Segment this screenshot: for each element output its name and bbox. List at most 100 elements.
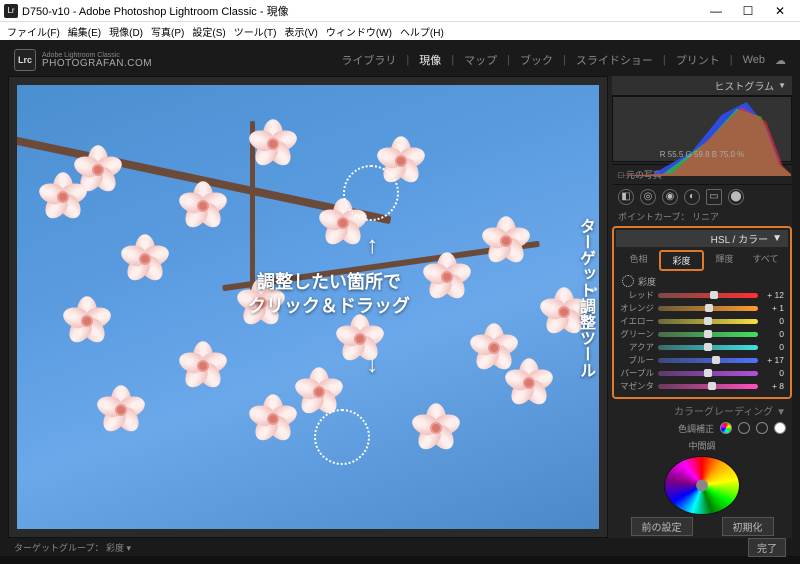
menu-help[interactable]: ヘルプ(H) [397, 24, 447, 39]
slider-value: 0 [762, 316, 784, 326]
hsl-tab-hue[interactable]: 色相 [618, 250, 659, 271]
arrow-right-icon: → [583, 276, 599, 297]
reset-button[interactable]: 初期化 [722, 517, 774, 536]
annotation-side-label: ターゲット調整ツール [573, 218, 597, 378]
hsl-tab-all[interactable]: すべて [745, 250, 786, 271]
close-button[interactable]: ✕ [764, 1, 796, 21]
spot-tool-icon[interactable]: ◎ [640, 189, 656, 205]
slider-value: + 1 [762, 303, 784, 313]
module-slideshow[interactable]: スライドショー [576, 52, 653, 68]
module-library[interactable]: ライブラリ [341, 52, 396, 68]
slider-value: 0 [762, 368, 784, 378]
slider-label: オレンジ [620, 302, 654, 314]
crop-tool-icon[interactable]: ◧ [618, 189, 634, 205]
hsl-slider-グリーン[interactable]: グリーン 0 [616, 328, 788, 341]
menu-settings[interactable]: 設定(S) [189, 24, 228, 39]
redeye-tool-icon[interactable]: ◉ [662, 189, 678, 205]
cg-mid-label: 中間調 [612, 439, 792, 452]
main-footer: ターゲットグループ： 彩度 ▾ 完了 [8, 538, 792, 554]
minimize-button[interactable]: — [700, 1, 732, 21]
hsl-slider-パープル[interactable]: パープル 0 [616, 367, 788, 380]
maximize-button[interactable]: ☐ [732, 1, 764, 21]
hsl-slider-イエロー[interactable]: イエロー 0 [616, 315, 788, 328]
titlebar: Lr D750-v10 - Adobe Photoshop Lightroom … [0, 0, 800, 22]
gradient-tool-icon[interactable]: ▭ [706, 189, 722, 205]
arrow-down-icon: ↓ [366, 351, 378, 379]
done-button[interactable]: 完了 [748, 538, 786, 557]
histogram[interactable]: R 55.5 G 59.8 B 75.0 % [612, 96, 792, 162]
app-icon: Lr [4, 4, 18, 18]
module-picker: ライブラリ| 現像| マップ| ブック| スライドショー| プリント| Web … [341, 52, 786, 68]
prev-settings-button[interactable]: 前の設定 [631, 517, 693, 536]
slider-label: マゼンタ [620, 380, 654, 392]
cg-tone-label: 色調補正 [678, 422, 714, 435]
menu-file[interactable]: ファイル(F) [4, 24, 63, 39]
menubar: ファイル(F) 編集(E) 現像(D) 写真(P) 設定(S) ツール(T) 表… [0, 22, 800, 40]
top-panel: Lrc Adobe Lightroom Classic PHOTOGRAFAN.… [8, 44, 792, 76]
target-adjust-label: 彩度 [638, 275, 656, 288]
cg-all-icon[interactable] [720, 422, 732, 434]
annotation-circle-bottom [314, 409, 370, 465]
hsl-tab-saturation[interactable]: 彩度 [659, 250, 704, 271]
target-group-value[interactable]: 彩度 ▾ [106, 543, 131, 553]
slider-label: ブルー [620, 354, 654, 366]
main-viewer: ↑ 調整したい箇所でクリック＆ドラッグ ↓ ターゲット調整ツール → [8, 76, 608, 538]
brand-line2: PHOTOGRAFAN.COM [42, 59, 152, 69]
slider-value: 0 [762, 329, 784, 339]
histogram-readout: R 55.5 G 59.8 B 75.0 % [613, 150, 791, 159]
histogram-header[interactable]: ヒストグラム▼ [612, 76, 792, 96]
hsl-panel: HSL / カラー▼ 色相 彩度 輝度 すべて 彩度 レッド + 12オレンジ … [612, 226, 792, 399]
tool-strip: ◧ ◎ ◉ ◐ ▭ ⬤ [612, 184, 792, 209]
lrc-badge: Lrc [14, 49, 36, 71]
slider-value: + 12 [762, 290, 784, 300]
module-web[interactable]: Web [743, 54, 765, 66]
annotation-text: 調整したい箇所でクリック＆ドラッグ [209, 271, 449, 318]
annotation-circle-top [343, 165, 399, 221]
slider-label: レッド [620, 289, 654, 301]
hsl-header[interactable]: HSL / カラー▼ [616, 230, 788, 247]
cg-shadow-icon[interactable] [738, 422, 750, 434]
bottom-bar [0, 556, 800, 564]
mask-tool-icon[interactable]: ◐ [684, 189, 700, 205]
cloud-icon[interactable]: ☁ [775, 54, 786, 67]
menu-edit[interactable]: 編集(E) [65, 24, 104, 39]
slider-value: + 17 [762, 355, 784, 365]
right-footer: 前の設定 初期化 [612, 515, 792, 538]
hsl-slider-ブルー[interactable]: ブルー + 17 [616, 354, 788, 367]
window-title: D750-v10 - Adobe Photoshop Lightroom Cla… [22, 3, 700, 19]
menu-window[interactable]: ウィンドウ(W) [323, 24, 395, 39]
color-grading-selector: 色調補正 [612, 420, 792, 437]
cg-hi-icon[interactable] [774, 422, 786, 434]
photo[interactable]: ↑ 調整したい箇所でクリック＆ドラッグ ↓ ターゲット調整ツール → [17, 85, 599, 529]
slider-label: パープル [620, 367, 654, 379]
menu-view[interactable]: 表示(V) [281, 24, 320, 39]
app-chrome: Lrc Adobe Lightroom Classic PHOTOGRAFAN.… [0, 40, 800, 556]
module-develop[interactable]: 現像 [419, 52, 441, 68]
target-group-label: ターゲットグループ： [14, 543, 103, 553]
menu-tools[interactable]: ツール(T) [231, 24, 280, 39]
hsl-slider-オレンジ[interactable]: オレンジ + 1 [616, 302, 788, 315]
module-map[interactable]: マップ [464, 52, 497, 68]
target-adjust-tool[interactable]: 彩度 [616, 274, 788, 289]
brand: Lrc Adobe Lightroom Classic PHOTOGRAFAN.… [14, 49, 152, 71]
hsl-tab-luminance[interactable]: 輝度 [704, 250, 745, 271]
hsl-slider-アクア[interactable]: アクア 0 [616, 341, 788, 354]
slider-label: アクア [620, 341, 654, 353]
right-panel: ヒストグラム▼ R 55.5 G 59.8 B 75.0 % □ 元の写真 ◧ … [608, 76, 792, 538]
cg-mid-icon[interactable] [756, 422, 768, 434]
slider-value: 0 [762, 342, 784, 352]
color-grading-header[interactable]: カラーグレーディング ▼ [612, 401, 792, 420]
hsl-slider-レッド[interactable]: レッド + 12 [616, 289, 788, 302]
arrow-up-icon: ↑ [366, 232, 378, 260]
module-print[interactable]: プリント [676, 52, 720, 68]
slider-label: イエロー [620, 315, 654, 327]
hsl-slider-マゼンタ[interactable]: マゼンタ + 8 [616, 380, 788, 393]
menu-develop[interactable]: 現像(D) [106, 24, 146, 39]
target-adjust-icon [622, 275, 634, 287]
color-wheel[interactable] [664, 456, 740, 515]
module-book[interactable]: ブック [520, 52, 553, 68]
point-curve-label[interactable]: ポイントカーブ： リニア [612, 209, 792, 224]
menu-photo[interactable]: 写真(P) [148, 24, 187, 39]
workspace: ↑ 調整したい箇所でクリック＆ドラッグ ↓ ターゲット調整ツール → ヒストグラ… [8, 76, 792, 538]
brush-tool-icon[interactable]: ⬤ [728, 189, 744, 205]
